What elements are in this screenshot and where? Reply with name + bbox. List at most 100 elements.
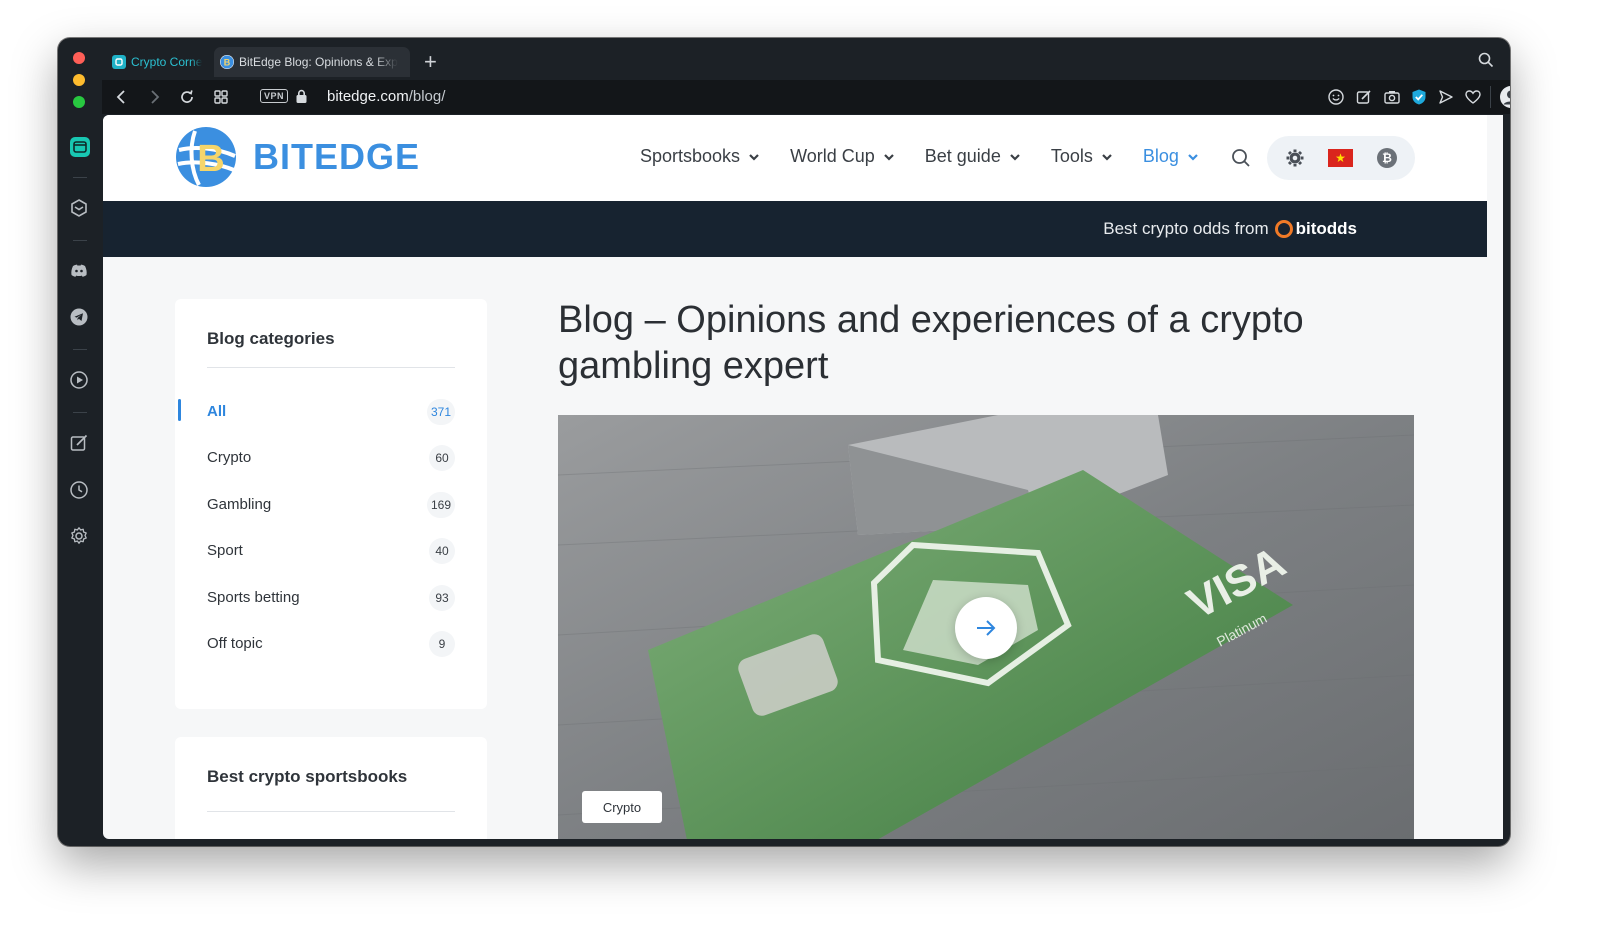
tab-title: Crypto Corne: [131, 55, 203, 69]
page-viewport: B BITEDGE Sportsbooks World Cup Bet guid…: [103, 115, 1503, 839]
pinboard-icon[interactable]: [69, 433, 89, 458]
nav-label: Blog: [1142, 146, 1179, 166]
site-header: B BITEDGE Sportsbooks World Cup Bet guid…: [103, 115, 1487, 201]
send-icon[interactable]: [1437, 88, 1455, 111]
nav-label: Tools: [1050, 146, 1093, 166]
tab-bar: Crypto Corne B BitEdge Blog: Opinions & …: [102, 44, 1510, 78]
zoom-window-button[interactable]: [73, 96, 85, 108]
category-count: 40: [429, 538, 455, 564]
tab-title: BitEdge Blog: Opinions & Exp: [239, 55, 398, 69]
category-all[interactable]: All 371: [178, 399, 455, 425]
post-category-tag[interactable]: Crypto: [582, 791, 662, 823]
sidebar-divider: [73, 240, 87, 241]
nav-bet-guide[interactable]: Bet guide: [925, 146, 1021, 167]
categories-title: Blog categories: [207, 329, 335, 348]
category-off-topic[interactable]: Off topic 9: [207, 631, 455, 657]
chevron-down-icon: [1010, 153, 1020, 161]
promo-banner[interactable]: Best crypto odds from bitodds: [103, 201, 1487, 257]
profile-avatar-icon[interactable]: [1499, 85, 1510, 114]
divider: [207, 367, 455, 368]
crypto-wallet-icon[interactable]: [69, 198, 89, 223]
nav-blog[interactable]: Blog: [1143, 146, 1199, 167]
bitodds-brand: bitodds: [1295, 219, 1357, 238]
category-label: Crypto: [207, 449, 252, 466]
category-sports-betting[interactable]: Sports betting 93: [207, 585, 455, 611]
player-icon[interactable]: [69, 370, 89, 395]
bitedge-logo-icon: B: [176, 127, 236, 187]
chevron-down-icon: [1102, 153, 1112, 161]
tab-crypto-corner[interactable]: Crypto Corne: [106, 47, 210, 77]
vpn-badge[interactable]: VPN: [260, 89, 289, 103]
url-host: bitedge.com: [327, 88, 409, 105]
tab-overview-icon[interactable]: [212, 88, 230, 111]
nav-tools[interactable]: Tools: [1051, 146, 1113, 167]
blog-categories-card: Blog categories All 371 Crypto 60 Gambli…: [175, 299, 487, 709]
search-tabs-icon[interactable]: [1478, 52, 1494, 73]
read-post-arrow-button[interactable]: [955, 597, 1017, 659]
chevron-down-icon: [749, 153, 759, 161]
sidebar-divider: [73, 349, 87, 350]
emoji-icon[interactable]: [1327, 88, 1345, 111]
featured-post-image[interactable]: VISA Platinum Crypto: [558, 415, 1414, 839]
gear-icon[interactable]: [1285, 148, 1305, 173]
forward-icon[interactable]: [146, 88, 162, 111]
sportsbooks-title: Best crypto sportsbooks: [207, 767, 408, 786]
tab-bitedge-blog[interactable]: B BitEdge Blog: Opinions & Exp: [214, 47, 410, 77]
site-logo[interactable]: B BITEDGE: [175, 126, 420, 188]
camera-icon[interactable]: [1383, 88, 1401, 111]
telegram-icon[interactable]: [69, 307, 89, 332]
category-count: 93: [429, 585, 455, 611]
bitcoin-currency-icon[interactable]: ₿: [1377, 148, 1397, 168]
category-gambling[interactable]: Gambling 169: [207, 492, 455, 518]
main-nav: Sportsbooks World Cup Bet guide Tools Bl…: [640, 146, 1229, 167]
category-crypto[interactable]: Crypto 60: [207, 445, 455, 471]
chevron-down-icon: [883, 153, 894, 161]
category-label: Sport: [207, 542, 243, 559]
site-search-icon[interactable]: [1231, 148, 1251, 173]
category-count: 371: [426, 399, 455, 425]
category-label: All: [207, 403, 227, 420]
bitedge-favicon-icon: B: [220, 55, 234, 69]
browser-window: Crypto Corne B BitEdge Blog: Opinions & …: [58, 38, 1510, 846]
promo-text: Best crypto odds from: [1103, 219, 1269, 238]
shield-icon[interactable]: [1410, 88, 1428, 111]
reload-icon[interactable]: [178, 88, 196, 111]
history-icon[interactable]: [69, 480, 89, 505]
bitodds-logo: bitodds: [1274, 219, 1357, 239]
heart-icon[interactable]: [1464, 88, 1482, 111]
close-window-button[interactable]: [73, 52, 85, 64]
category-count: 169: [426, 492, 455, 518]
minimize-window-button[interactable]: [73, 74, 85, 86]
category-sport[interactable]: Sport 40: [207, 538, 455, 564]
category-label: Gambling: [207, 496, 272, 513]
arrow-right-icon: [977, 620, 996, 636]
lock-icon[interactable]: [295, 89, 308, 109]
discord-icon[interactable]: [69, 261, 89, 286]
page-title: Blog – Opinions and experiences of a cry…: [558, 299, 1304, 387]
edit-note-icon[interactable]: [1355, 88, 1373, 111]
nav-world-cup[interactable]: World Cup: [790, 146, 895, 167]
url-path: /blog/: [408, 88, 446, 105]
wallet-icon[interactable]: [69, 136, 91, 163]
settings-icon[interactable]: [69, 526, 89, 551]
new-tab-button[interactable]: +: [424, 50, 437, 74]
url-field[interactable]: bitedge.com/blog/: [327, 88, 445, 105]
browser-sidebar: •••: [58, 120, 102, 846]
svg-text:B: B: [197, 138, 224, 180]
sidebar-divider: [73, 177, 87, 178]
chevron-down-icon: [1188, 153, 1198, 161]
toolbar-divider: [1490, 86, 1491, 108]
nav-label: Sportsbooks: [640, 146, 741, 166]
category-label: Sports betting: [207, 589, 300, 606]
active-indicator: [178, 399, 181, 421]
address-bar: VPN bitedge.com/blog/: [102, 80, 1510, 114]
best-sportsbooks-card: Best crypto sportsbooks: [175, 737, 487, 839]
nav-sportsbooks[interactable]: Sportsbooks: [640, 146, 760, 167]
header-settings-pill: ★ ₿: [1267, 136, 1415, 180]
nav-label: Bet guide: [924, 146, 1001, 166]
bitodds-logo-icon: [1274, 220, 1293, 238]
back-icon[interactable]: [114, 88, 130, 111]
language-flag-icon[interactable]: ★: [1328, 149, 1353, 167]
svg-text:B: B: [224, 58, 231, 68]
logo-text: BITEDGE: [253, 136, 421, 177]
